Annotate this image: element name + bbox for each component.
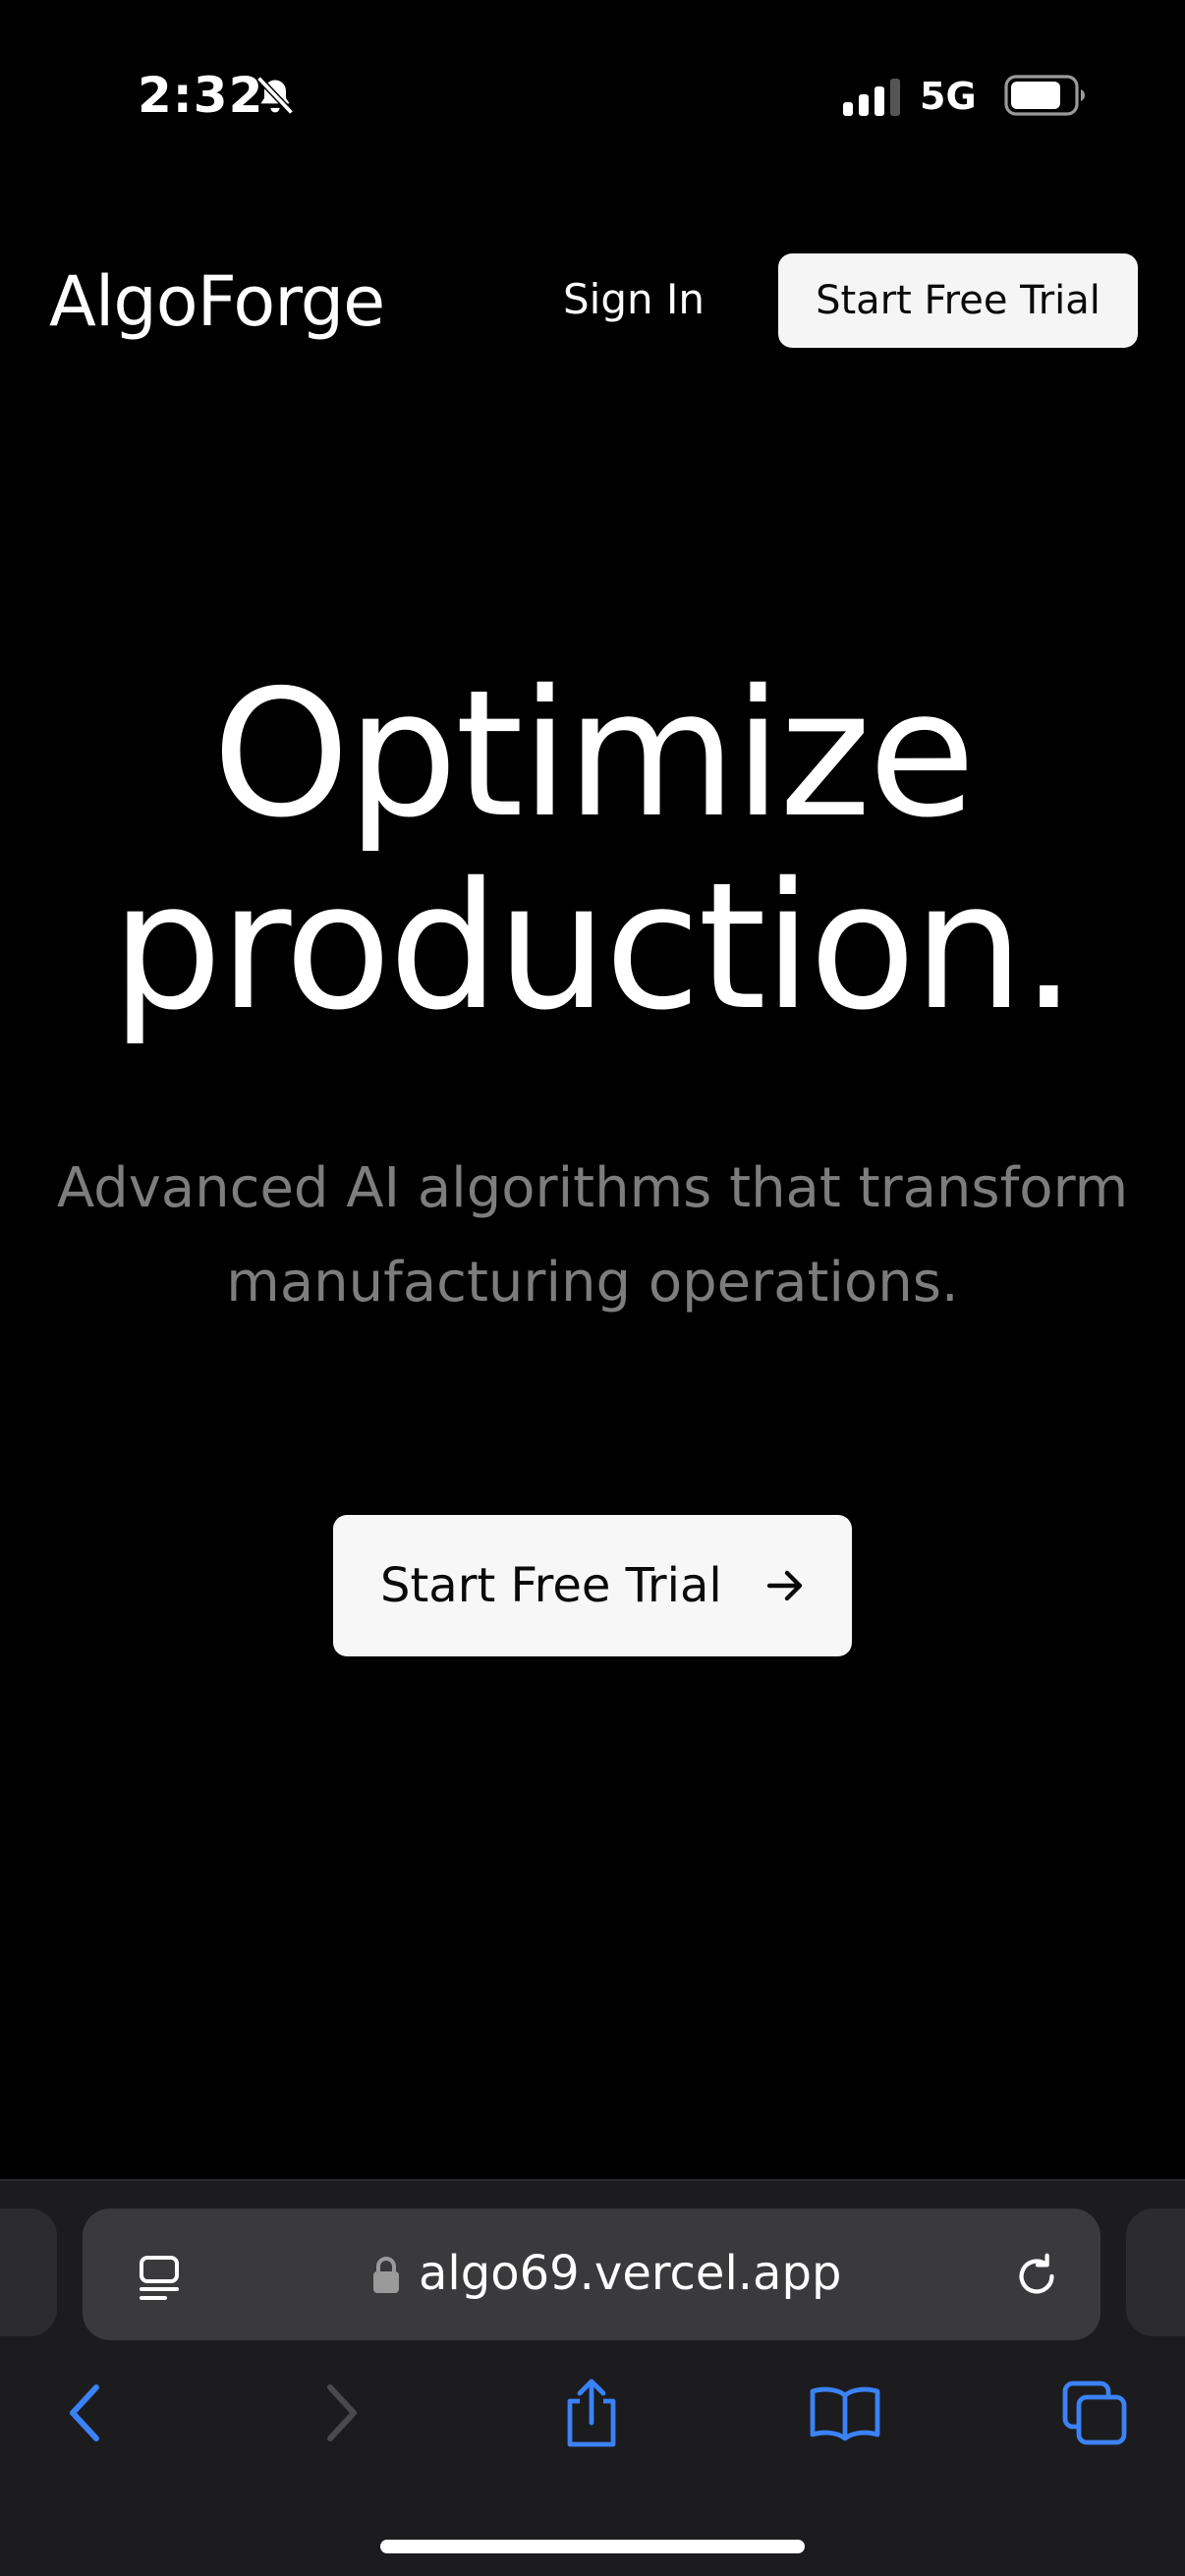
hero-title-line1: Optimize xyxy=(211,652,976,856)
page-menu-icon[interactable] xyxy=(132,2250,187,2305)
battery-icon xyxy=(1004,75,1085,116)
status-time: 2:32 xyxy=(138,67,264,124)
url-text[interactable]: algo69.vercel.app xyxy=(419,2246,841,2301)
signal-icon xyxy=(843,79,900,116)
arrow-right-icon xyxy=(766,1570,803,1601)
header-start-trial-button[interactable]: Start Free Trial xyxy=(778,253,1138,348)
next-tab-preview[interactable] xyxy=(1126,2209,1185,2336)
tabs-button[interactable] xyxy=(1055,2374,1134,2452)
hero-title: Optimize production. xyxy=(0,658,1185,1043)
hero-subtitle: Advanced AI algorithms that transform ma… xyxy=(56,1156,1129,1315)
bell-slash-icon xyxy=(256,76,294,115)
hero-title-line2: production. xyxy=(111,845,1076,1048)
tabs-icon xyxy=(1062,2380,1127,2445)
hero-cta-label: Start Free Trial xyxy=(380,1558,722,1613)
reload-icon[interactable] xyxy=(1010,2250,1063,2303)
home-indicator[interactable] xyxy=(380,2540,805,2553)
bookmarks-button[interactable] xyxy=(806,2374,884,2452)
forward-icon xyxy=(327,2384,357,2441)
address-bar[interactable]: algo69.vercel.app xyxy=(83,2209,1100,2340)
share-button[interactable] xyxy=(552,2374,631,2452)
sign-in-link[interactable]: Sign In xyxy=(563,275,705,323)
lock-icon xyxy=(373,2257,399,2293)
back-button[interactable] xyxy=(45,2374,124,2452)
back-icon xyxy=(70,2384,99,2441)
browser-toolbar: algo69.vercel.app xyxy=(0,2179,1185,2576)
share-icon xyxy=(567,2379,616,2447)
network-label: 5G xyxy=(920,75,977,118)
brand-logo[interactable]: AlgoForge xyxy=(49,261,385,342)
status-bar: 2:32 5G xyxy=(0,0,1185,196)
screen: 2:32 5G AlgoForge Sign In Start Free Tri… xyxy=(0,0,1185,2576)
bookmarks-icon xyxy=(810,2386,880,2441)
forward-button[interactable] xyxy=(303,2374,381,2452)
hero-start-trial-button[interactable]: Start Free Trial xyxy=(333,1515,852,1656)
previous-tab-preview[interactable] xyxy=(0,2209,57,2336)
